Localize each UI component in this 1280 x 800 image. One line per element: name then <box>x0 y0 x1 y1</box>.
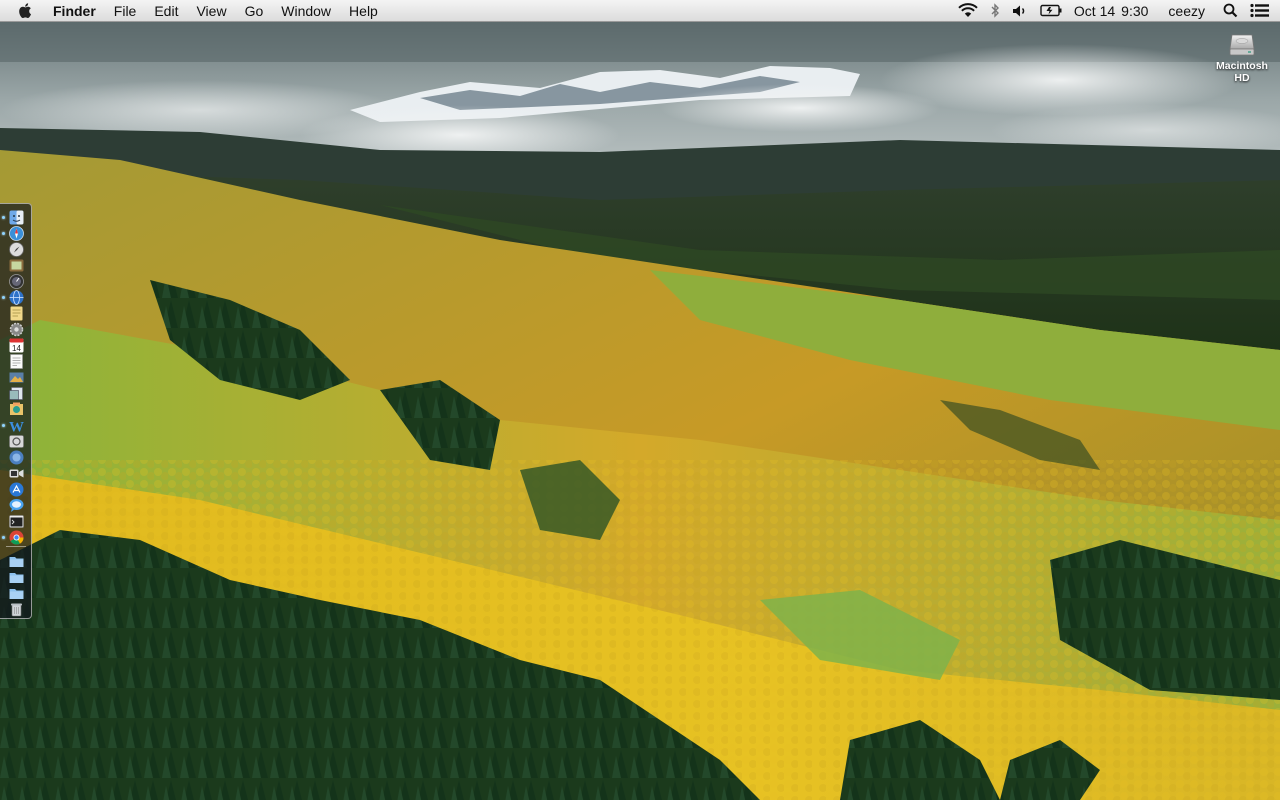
menu-bar: Finder File Edit View Go Window Help Oct… <box>0 0 1280 22</box>
chrome-icon[interactable] <box>9 530 24 545</box>
textedit-icon[interactable] <box>9 354 24 369</box>
menu-edit[interactable]: Edit <box>145 0 187 22</box>
drive-label-line1: Macintosh <box>1216 60 1268 72</box>
downloads-folder-icon[interactable] <box>9 586 24 601</box>
documents-folder-icon[interactable] <box>9 570 24 585</box>
preview-icon[interactable] <box>9 386 24 401</box>
battery-icon[interactable] <box>1034 0 1068 22</box>
compass-icon[interactable] <box>9 242 24 257</box>
photo-booth-icon[interactable] <box>9 258 24 273</box>
menu-bar-date[interactable]: Oct 14 <box>1068 0 1121 22</box>
menu-go[interactable]: Go <box>236 0 273 22</box>
calendar-icon[interactable]: 14 <box>9 338 24 353</box>
menu-view[interactable]: View <box>187 0 235 22</box>
drive-label-line2: HD <box>1234 72 1250 84</box>
running-indicator-dot <box>2 536 5 539</box>
macintosh-hd-desktop-icon[interactable]: Macintosh HD <box>1208 32 1276 84</box>
desktop[interactable]: Finder File Edit View Go Window Help Oct… <box>0 0 1280 800</box>
dashboard-icon[interactable] <box>9 274 24 289</box>
photos-icon[interactable] <box>9 402 24 417</box>
globe-icon[interactable] <box>9 290 24 305</box>
word-icon[interactable]: W <box>9 418 24 436</box>
dock: 14 W <box>0 203 32 619</box>
dock-separator <box>6 546 26 547</box>
app-store-icon[interactable] <box>9 482 24 497</box>
finder-icon[interactable] <box>9 210 24 225</box>
network-icon[interactable] <box>9 450 24 465</box>
menu-bar-clock[interactable]: 9:30 <box>1121 0 1154 22</box>
running-indicator-dot <box>2 216 5 219</box>
menu-file[interactable]: File <box>105 0 146 22</box>
trash-icon[interactable] <box>9 602 24 617</box>
safari-icon[interactable] <box>9 226 24 241</box>
svg-text:W: W <box>9 420 24 434</box>
running-indicator-dot <box>2 232 5 235</box>
spotlight-icon[interactable] <box>1217 0 1244 22</box>
hard-drive-icon <box>1229 34 1255 56</box>
facetime-icon[interactable] <box>9 466 24 481</box>
messages-icon[interactable] <box>9 498 24 513</box>
desktop-wallpaper <box>0 0 1280 800</box>
app-menu-finder[interactable]: Finder <box>44 0 105 22</box>
running-indicator-dot <box>2 296 5 299</box>
image-capture-icon[interactable] <box>9 370 24 385</box>
applications-folder-icon[interactable] <box>9 554 24 569</box>
volume-icon[interactable] <box>1006 0 1034 22</box>
menu-help[interactable]: Help <box>340 0 387 22</box>
menu-window[interactable]: Window <box>272 0 340 22</box>
notes-icon[interactable] <box>9 306 24 321</box>
bluetooth-icon[interactable] <box>984 0 1006 22</box>
wifi-icon[interactable] <box>952 0 984 22</box>
system-preferences-icon[interactable] <box>9 322 24 337</box>
running-indicator-dot <box>2 424 5 427</box>
user-menu[interactable]: ceezy <box>1154 0 1217 22</box>
terminal-icon[interactable] <box>9 514 24 529</box>
apple-menu-icon[interactable] <box>18 2 34 20</box>
screen-sharing-icon[interactable] <box>9 434 24 449</box>
notification-center-icon[interactable] <box>1244 0 1280 22</box>
svg-text:14: 14 <box>12 344 21 353</box>
